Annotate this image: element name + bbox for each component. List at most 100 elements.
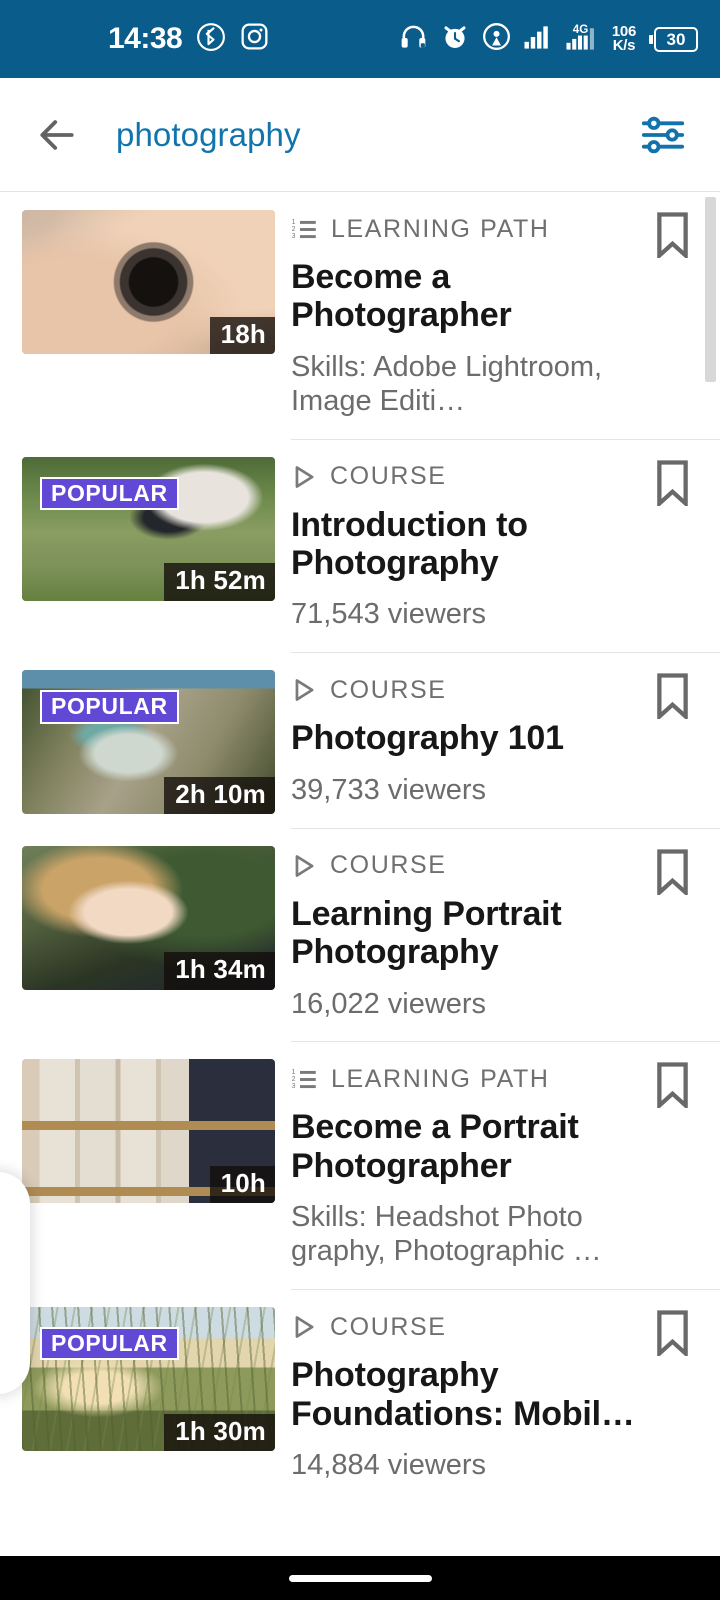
battery-level: 30	[666, 29, 686, 49]
svg-text:1: 1	[292, 218, 298, 225]
battery-body: 30	[654, 26, 698, 52]
item-title[interactable]: Photography 101	[291, 719, 640, 757]
content-type-label: COURSE	[330, 462, 447, 491]
list-item-content: COURSE Learning Portrait Photography 16,…	[291, 827, 720, 1042]
popular-badge: POPULAR	[40, 690, 179, 724]
content-type-label: LEARNING PATH	[331, 214, 550, 243]
list-item[interactable]: 10h 123 LEARNING PATH Become a Portrait …	[0, 1041, 720, 1289]
network-speed: 106 K/s	[612, 24, 636, 54]
hotspot-icon	[482, 22, 511, 56]
play-triangle-icon	[295, 465, 314, 488]
numbered-list-icon: 123	[292, 218, 316, 240]
duration-badge: 1h 52m	[164, 563, 275, 601]
bookmark-icon	[656, 673, 688, 720]
bookmark-button[interactable]	[640, 440, 704, 633]
bookmark-icon	[656, 1310, 688, 1357]
list-item-text: COURSE Photography 101 39,733 viewers	[291, 653, 640, 807]
item-title[interactable]: Learning Portrait Photography	[291, 895, 640, 972]
bookmark-icon	[656, 1062, 688, 1109]
bookmark-button[interactable]	[640, 192, 704, 419]
play-triangle-icon	[295, 1316, 314, 1338]
thumbnail[interactable]: 10h	[22, 1059, 275, 1204]
vertical-scrollbar[interactable]	[705, 197, 716, 382]
bookmark-button[interactable]	[640, 829, 704, 1022]
svg-text:4G: 4G	[573, 23, 589, 36]
status-bar-left: 14:38	[108, 22, 269, 57]
signal-4g-icon: 4G	[566, 22, 599, 56]
content-type: 123 LEARNING PATH	[291, 214, 640, 244]
list-item-content: 123 LEARNING PATH Become a Portrait Phot…	[291, 1041, 720, 1289]
list-item-text: COURSE Introduction to Photography 71,54…	[291, 440, 640, 633]
search-results-list[interactable]: 18h 123 LEARNING PATH Become a Photograp…	[0, 191, 720, 1556]
list-item[interactable]: 1h 34m COURSE Learning Portrait Photogra…	[0, 827, 720, 1042]
thumbnail[interactable]: POPULAR 2h 10m	[22, 670, 275, 815]
bookmark-button[interactable]	[640, 653, 704, 807]
signal-bars-icon	[524, 23, 553, 55]
status-clock: 14:38	[108, 22, 183, 55]
duration-badge: 18h	[209, 316, 275, 354]
svg-text:2: 2	[292, 225, 298, 232]
list-item-text: COURSE Photography Foundations: Mobil… 1…	[291, 1290, 640, 1483]
svg-text:1: 1	[292, 1069, 298, 1076]
search-input[interactable]: photography	[116, 116, 628, 154]
item-subtitle: Skills: Adobe Lightroom, Image Editi…	[291, 350, 603, 417]
content-type: 123 LEARNING PATH	[291, 1064, 640, 1094]
duration-badge: 1h 34m	[164, 952, 275, 990]
content-type-label: COURSE	[330, 675, 447, 704]
list-item-text: 123 LEARNING PATH Become a Portrait Phot…	[291, 1042, 640, 1269]
edge-swipe-panel[interactable]	[0, 1172, 30, 1394]
list-item-content: COURSE Introduction to Photography 71,54…	[291, 438, 720, 653]
bookmark-icon	[656, 459, 688, 506]
status-bar-right: 4G 106 K/s 30	[399, 22, 698, 56]
list-item[interactable]: POPULAR 1h 52m COURSE Introduction to Ph…	[0, 438, 720, 653]
item-title[interactable]: Photography Foundations: Mobil…	[291, 1356, 640, 1433]
list-item-text: 123 LEARNING PATH Become a Photographer …	[291, 192, 640, 419]
bookmark-icon	[656, 212, 688, 258]
content-type: COURSE	[291, 851, 640, 881]
back-button[interactable]	[26, 104, 88, 166]
bookmark-button[interactable]	[640, 1290, 704, 1483]
alarm-clock-icon	[441, 23, 469, 56]
duration-badge: 10h	[209, 1166, 275, 1204]
list-item[interactable]: 18h 123 LEARNING PATH Become a Photograp…	[0, 192, 720, 439]
thumbnail[interactable]: POPULAR 1h 52m	[22, 456, 275, 601]
duration-badge: 2h 10m	[164, 777, 275, 815]
popular-badge: POPULAR	[40, 1327, 179, 1361]
thumbnail[interactable]: 1h 34m	[22, 845, 275, 990]
svg-text:3: 3	[292, 1083, 298, 1090]
svg-text:3: 3	[292, 233, 298, 240]
thumbnail[interactable]: POPULAR 1h 30m	[22, 1307, 275, 1452]
item-subtitle: Skills: Headshot Photo graphy, Photograp…	[291, 1201, 602, 1268]
svg-text:2: 2	[292, 1076, 298, 1083]
thumbnail[interactable]: 18h	[22, 210, 275, 354]
system-navigation-bar	[0, 1556, 720, 1600]
list-item-content: COURSE Photography Foundations: Mobil… 1…	[291, 1289, 720, 1503]
app-bar: photography	[0, 78, 720, 191]
item-subtitle: 39,733 viewers	[291, 773, 487, 806]
item-title[interactable]: Introduction to Photography	[291, 506, 640, 583]
item-title[interactable]: Become a Photographer	[291, 258, 640, 335]
network-speed-unit: K/s	[612, 37, 636, 54]
filter-sliders-icon	[641, 116, 685, 153]
home-indicator-pill[interactable]	[288, 1574, 432, 1582]
list-item[interactable]: POPULAR 2h 10m COURSE Photography 101 39…	[0, 652, 720, 827]
item-subtitle: 16,022 viewers	[291, 987, 487, 1020]
content-type-label: COURSE	[330, 1312, 447, 1341]
item-title[interactable]: Become a Portrait Photographer	[291, 1108, 640, 1185]
status-bar: 14:38 4G 106 K/s 30	[0, 0, 720, 78]
duration-badge: 1h 30m	[164, 1413, 275, 1452]
play-triangle-icon	[295, 679, 314, 702]
content-type: COURSE	[291, 1312, 640, 1342]
numbered-list-icon: 123	[292, 1069, 316, 1090]
bluetooth-icon	[196, 22, 226, 57]
list-item-content: COURSE Photography 101 39,733 viewers	[291, 652, 720, 827]
list-item-content: 123 LEARNING PATH Become a Photographer …	[291, 192, 720, 439]
item-subtitle: 71,543 viewers	[291, 598, 487, 631]
popular-badge: POPULAR	[40, 476, 179, 510]
content-type: COURSE	[291, 462, 640, 492]
filter-button[interactable]	[628, 100, 698, 170]
list-item[interactable]: POPULAR 1h 30m COURSE Photography Founda…	[0, 1289, 720, 1503]
bookmark-button[interactable]	[640, 1042, 704, 1269]
battery-nub	[649, 34, 653, 44]
battery-indicator: 30	[649, 26, 698, 52]
